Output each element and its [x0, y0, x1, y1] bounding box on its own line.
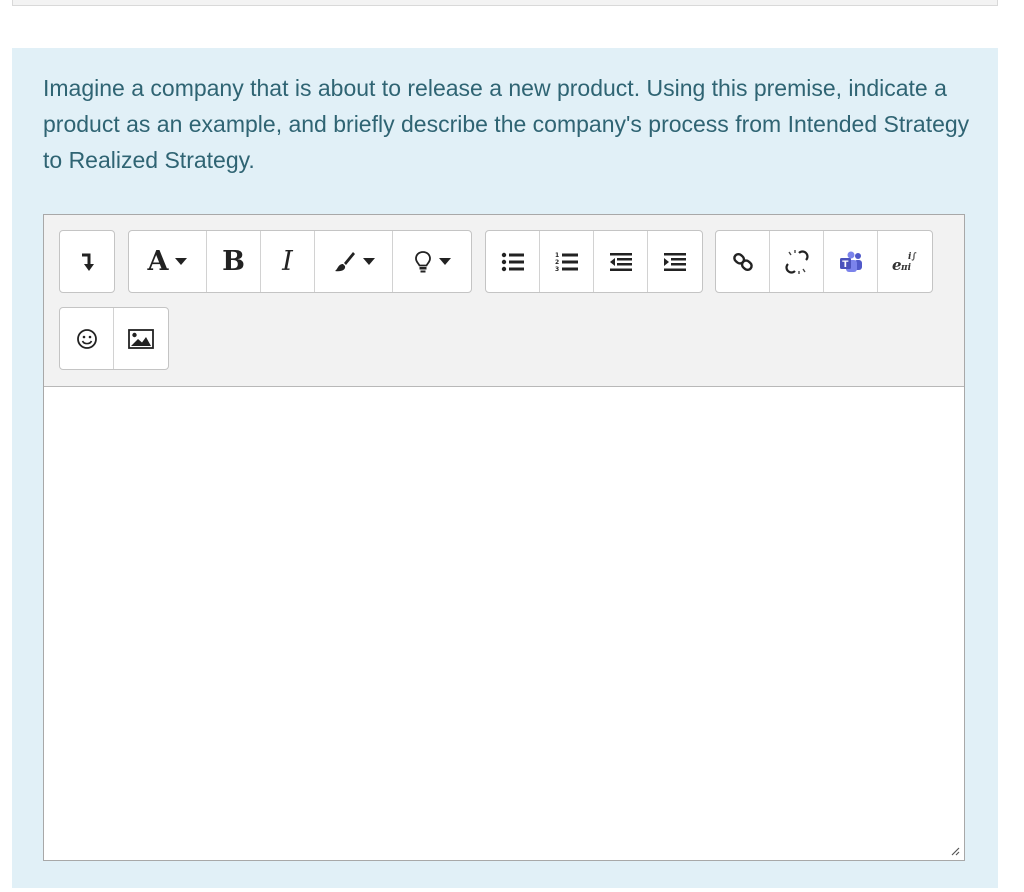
resize-handle-icon[interactable]: [950, 846, 960, 856]
previous-section-edge: [12, 0, 998, 6]
toggle-toolbar-icon: [82, 253, 94, 271]
bold-button[interactable]: B: [207, 231, 261, 292]
italic-icon: I: [282, 246, 293, 277]
toggle-toolbar-button[interactable]: [60, 231, 114, 292]
outdent-icon: [609, 252, 632, 271]
emoji-icon: [76, 328, 97, 349]
accessibility-helper-button[interactable]: [393, 231, 471, 292]
svg-text:3: 3: [555, 266, 559, 273]
paragraph-styles-icon: A: [147, 246, 169, 277]
equation-button[interactable]: e πi i∫: [878, 231, 932, 292]
answer-textarea[interactable]: [44, 387, 964, 860]
teams-meeting-button[interactable]: T: [824, 231, 878, 292]
chevron-down-icon: [363, 258, 375, 265]
bold-icon: B: [222, 246, 245, 277]
teams-meeting-icon: T: [839, 251, 862, 272]
svg-text:T: T: [842, 260, 849, 270]
svg-text:1: 1: [555, 252, 559, 259]
image-icon: [128, 328, 154, 349]
lightbulb-icon: [414, 250, 431, 272]
toolbar-group-links: T e πi i∫: [715, 230, 933, 293]
ordered-list-button[interactable]: 1 2 3: [540, 231, 594, 292]
chevron-down-icon: [175, 258, 188, 265]
unlink-icon: [784, 249, 809, 274]
indent-button[interactable]: [648, 231, 702, 292]
link-button[interactable]: [716, 231, 770, 292]
outdent-button[interactable]: [594, 231, 648, 292]
link-icon: [732, 252, 753, 271]
brush-icon: [335, 251, 355, 271]
editor-toolbar: A B I 1 2 3 T e πi i∫: [44, 215, 964, 387]
toolbar-group-collapse: [59, 230, 115, 293]
unlink-button[interactable]: [770, 231, 824, 292]
equation-icon: e πi i∫: [892, 252, 917, 274]
chevron-down-icon: [438, 258, 451, 265]
italic-button[interactable]: I: [261, 231, 315, 292]
svg-text:i∫: i∫: [908, 252, 917, 262]
indent-icon: [664, 252, 686, 271]
font-color-button[interactable]: [315, 231, 393, 292]
svg-text:2: 2: [555, 259, 559, 266]
question-text: Imagine a company that is about to relea…: [43, 75, 970, 173]
unordered-list-button[interactable]: [486, 231, 540, 292]
toolbar-group-files: [59, 307, 169, 370]
rich-text-editor: A B I 1 2 3 T e πi i∫: [43, 214, 965, 861]
emoji-button[interactable]: [60, 308, 114, 369]
toolbar-group-list: 1 2 3: [485, 230, 703, 293]
toolbar-group-style: A B I: [128, 230, 472, 293]
svg-text:πi: πi: [900, 263, 912, 273]
paragraph-styles-button[interactable]: A: [129, 231, 207, 292]
question-panel: Imagine a company that is about to relea…: [12, 48, 998, 888]
unordered-list-icon: [501, 252, 524, 271]
ordered-list-icon: 1 2 3: [555, 252, 578, 273]
image-button[interactable]: [114, 308, 168, 369]
